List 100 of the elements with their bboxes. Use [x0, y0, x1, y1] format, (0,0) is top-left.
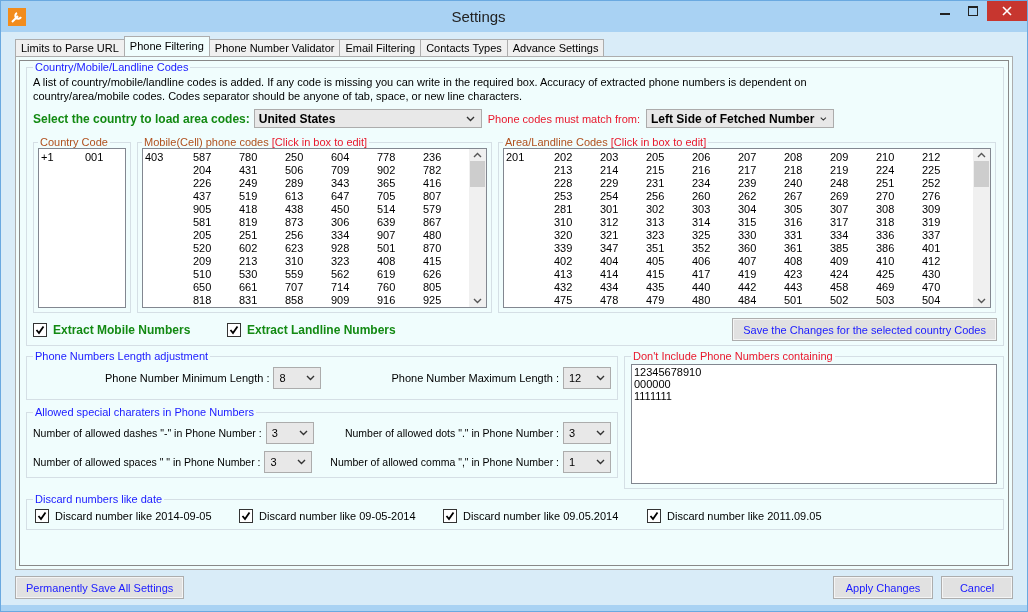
save-all-button[interactable]: Permanently Save All Settings	[15, 576, 185, 599]
list-item: 256	[285, 229, 305, 242]
tab[interactable]: Contacts Types	[420, 39, 508, 56]
tab[interactable]: Email Filtering	[339, 39, 422, 56]
list-item: 437	[193, 190, 213, 203]
list-item: 705	[377, 190, 397, 203]
dropdown[interactable]: 3	[264, 451, 313, 473]
tab[interactable]: Limits to Parse URL	[15, 39, 125, 56]
list-item: 207	[738, 151, 758, 164]
dropdown[interactable]: 8	[273, 367, 322, 389]
list-item: 256	[646, 190, 666, 203]
list-item: 206	[692, 151, 712, 164]
apply-button[interactable]: Apply Changes	[833, 576, 933, 599]
tab[interactable]: Advance Settings	[506, 39, 605, 56]
field-label: Number of allowed dots "." in Phone Number :	[344, 427, 559, 439]
dropdown[interactable]: 3	[563, 422, 611, 444]
list-item: 416	[423, 177, 443, 190]
dropdown[interactable]: 1	[563, 451, 611, 473]
list-item: 310	[285, 255, 305, 268]
checkbox[interactable]	[35, 509, 49, 523]
list-item: 450	[331, 203, 351, 216]
checkbox[interactable]	[443, 509, 457, 523]
tab[interactable]: Phone Number Validator	[208, 39, 341, 56]
cancel-button[interactable]: Cancel	[941, 576, 1013, 599]
country-dropdown[interactable]: United States	[253, 109, 482, 128]
caret-icon	[306, 375, 316, 381]
list-item: 418	[239, 203, 259, 216]
list-item: 205	[193, 229, 213, 242]
list-item: 501	[377, 242, 397, 255]
chevron-down-icon[interactable]	[977, 298, 986, 304]
dropdown[interactable]: 12	[563, 367, 611, 389]
list-item: 867	[423, 216, 443, 229]
list-item: 403	[145, 151, 165, 164]
list-item: 480	[692, 294, 712, 307]
list-item: 318	[876, 216, 896, 229]
list-item: 325	[692, 229, 712, 242]
list-item: 347	[600, 242, 620, 255]
list-item: 870	[423, 242, 443, 255]
group-title: Area/Landline Codes [Click in box to edit]	[504, 136, 708, 148]
list-item: 236	[423, 151, 443, 164]
list-item: 909	[331, 294, 351, 307]
list-item: 352	[692, 242, 712, 255]
list-item: 475	[554, 294, 574, 307]
list-item: 661	[239, 281, 259, 294]
group-title: Allowed special charaters in Phone Numbers	[34, 406, 255, 418]
list-item: 316	[784, 216, 804, 229]
list-item: 307	[830, 203, 850, 216]
list-item: 319	[922, 216, 942, 229]
list-item: 925	[423, 294, 443, 307]
list-item: 303	[692, 203, 712, 216]
list-item: 226	[193, 177, 213, 190]
list-item: 902	[377, 164, 397, 177]
list-item: 432	[554, 281, 574, 294]
list-item: 780	[239, 151, 259, 164]
list-item: 435	[646, 281, 666, 294]
list-item: 819	[239, 216, 259, 229]
checkbox[interactable]	[239, 509, 253, 523]
chevron-up-icon[interactable]	[977, 152, 986, 158]
list-item: 581	[193, 216, 213, 229]
list-item: 520	[193, 242, 213, 255]
maximize-icon[interactable]	[968, 6, 978, 16]
list-item: 218	[784, 164, 804, 177]
list-item: 260	[692, 190, 712, 203]
group-title: Discard numbers like date	[34, 493, 164, 505]
list-item: 623	[285, 242, 305, 255]
close-button[interactable]	[987, 1, 1027, 21]
list-item: 423	[784, 268, 804, 281]
code-list[interactable]: +1 001	[38, 148, 126, 308]
list-item: 323	[331, 255, 351, 268]
caret-icon	[465, 115, 475, 122]
list-item: 270	[876, 190, 896, 203]
list-item: 905	[193, 203, 213, 216]
tab[interactable]: Phone Filtering	[123, 36, 210, 56]
list-item: 613	[285, 190, 305, 203]
close-icon	[1002, 6, 1012, 16]
chevron-up-icon[interactable]	[473, 152, 482, 158]
scrollbar-thumb[interactable]	[974, 161, 989, 187]
checkbox[interactable]	[647, 509, 661, 523]
checkbox-label: Discard number like 09.05.2014	[463, 510, 619, 522]
save-button[interactable]: Save the Changes for the selected country Codes	[732, 318, 997, 341]
checkbox[interactable]	[33, 322, 47, 337]
chevron-down-icon[interactable]	[473, 298, 482, 304]
scrollbar[interactable]	[469, 149, 486, 307]
group-title: Mobile(Cell) phone codes [Click in box to edit]	[143, 136, 369, 148]
checkbox-label: Extract Landline Numbers	[247, 322, 396, 337]
checkbox[interactable]	[227, 322, 241, 337]
list-item: 408	[784, 255, 804, 268]
list-item: 252	[922, 177, 942, 190]
dropdown[interactable]: 3	[265, 422, 314, 444]
caret-icon	[596, 375, 605, 381]
scrollbar[interactable]	[973, 149, 990, 307]
scrollbar-thumb[interactable]	[470, 161, 485, 187]
description: A list of country/mobile/landline codes is added. If any code is missing you can write in the required box. Accuracy of extracted phone numbers is dependent on country/area/mobile codes. Codes separator should be anyone of tab, space, or new line characters.	[33, 75, 808, 103]
match-dropdown[interactable]: Left Side of Fetched Number	[645, 109, 834, 128]
text-area[interactable]: 12345678910 000000 1111111	[631, 364, 997, 484]
list-item: 313	[646, 216, 666, 229]
list-item: 510	[193, 268, 213, 281]
list-item: 289	[285, 177, 305, 190]
list-item: 213	[554, 164, 574, 177]
list-item: 479	[646, 294, 666, 307]
